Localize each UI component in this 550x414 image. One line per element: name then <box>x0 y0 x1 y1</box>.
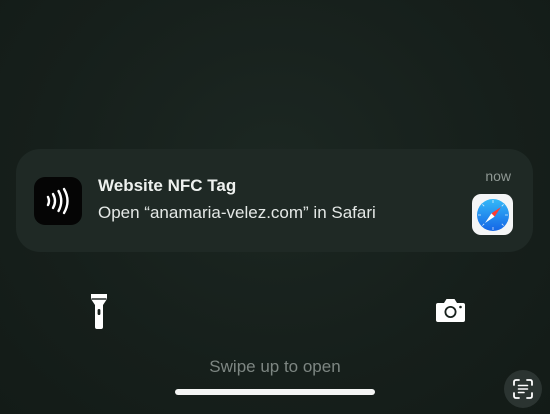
lock-screen: Website NFC Tag Open “anamaria-velez.com… <box>0 0 550 414</box>
notification-title: Website NFC Tag <box>98 176 237 195</box>
notification-body: Open “anamaria-velez.com” in Safari <box>98 203 376 222</box>
home-indicator[interactable] <box>175 389 375 395</box>
text-scan-icon[interactable] <box>504 370 542 408</box>
safari-compass-icon <box>472 194 513 235</box>
flashlight-icon[interactable] <box>87 292 111 330</box>
camera-icon[interactable] <box>435 297 466 323</box>
nfc-icon <box>34 177 82 225</box>
nfc-notification[interactable]: Website NFC Tag Open “anamaria-velez.com… <box>16 149 533 252</box>
notification-time: now <box>485 168 511 184</box>
swipe-up-hint: Swipe up to open <box>209 357 341 376</box>
